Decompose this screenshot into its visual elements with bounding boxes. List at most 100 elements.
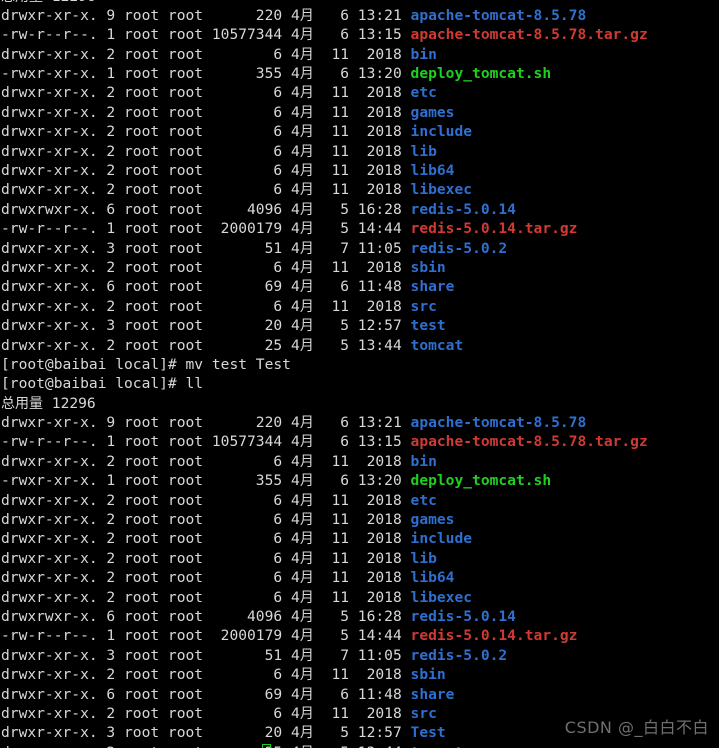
file-name[interactable]: share [411, 686, 455, 703]
month-label: 4月 [290, 46, 314, 63]
month-label: 4月 [290, 7, 314, 24]
file-name[interactable]: apache-tomcat-8.5.78 [411, 7, 587, 24]
file-date: 11 2018 [313, 103, 411, 121]
file-name[interactable]: games [411, 511, 455, 528]
month-label: 4月 [290, 240, 314, 257]
file-meta: drwxr-xr-x. 3 root root 51 [1, 646, 291, 664]
listing-row: drwxr-xr-x. 2 root root 6 4月 11 2018 etc [1, 83, 719, 102]
file-name[interactable]: sbin [411, 259, 446, 276]
file-name[interactable]: tomcat [411, 744, 464, 748]
file-date: 11 2018 [313, 549, 411, 567]
total-line: 总用量 12296 [1, 394, 719, 413]
file-name[interactable]: redis-5.0.14.tar.gz [411, 220, 578, 237]
file-name[interactable]: include [411, 530, 473, 547]
listing-row: drwxr-xr-x. 2 root root 6 4月 11 2018 lib [1, 142, 719, 161]
file-meta: drwxr-xr-x. 3 root root 20 [1, 724, 291, 742]
listing-row: drwxr-xr-x. 2 root root 6 4月 11 2018 bin [1, 45, 719, 64]
file-name[interactable]: src [411, 298, 437, 315]
month-label: 4月 [290, 318, 314, 335]
file-name[interactable]: games [411, 104, 455, 121]
file-name[interactable]: redis-5.0.14.tar.gz [411, 627, 578, 644]
listing-row: drwxr-xr-x. 2 root root 6 4月 11 2018 src [1, 704, 719, 723]
file-meta: drwxr-xr-x. 6 root root 69 [1, 685, 291, 703]
file-meta: drwxrwxr-x. 6 root root 4096 [1, 608, 291, 625]
listing-row: drwxrwxr-x. 6 root root 4096 4月 5 16:28 … [1, 200, 719, 219]
listing-row: drwxr-xr-x. 2 root root 6 4月 11 2018 etc [1, 491, 719, 510]
file-date: 6 13:15 [313, 433, 411, 451]
listing-row: drwxr-xr-x. 2 root root 6 4月 11 2018 sbi… [1, 258, 719, 277]
file-name[interactable]: redis-5.0.14 [411, 608, 516, 625]
file-name[interactable]: bin [411, 453, 437, 470]
month-label: 4月 [290, 298, 314, 315]
listing-row: drwxr-xr-x. 2 root root 25 4月 5 13:44 to… [1, 336, 719, 355]
month-label: 4月 [290, 182, 314, 199]
file-meta: drwxr-xr-x. 2 root root 6 [1, 666, 291, 684]
listing-row: drwxr-xr-x. 2 root root 6 4月 11 2018 inc… [1, 122, 719, 141]
listing-row: -rw-r--r--. 1 root root 2000179 4月 5 14:… [1, 219, 719, 238]
file-date: 5 12:57 [313, 724, 411, 742]
file-meta: drwxr-xr-x. 2 root root 6 [1, 45, 291, 63]
command-line: [root@baibai local]# mv test Test [1, 355, 719, 374]
file-name[interactable]: tomcat [411, 337, 464, 354]
shell-command[interactable]: mv test Test [186, 356, 291, 373]
file-date: 5 13:44 [313, 336, 411, 354]
month-label: 4月 [290, 667, 314, 684]
file-date: 7 11:05 [313, 239, 411, 257]
file-meta: -rwxr-xr-x. 1 root root 355 [1, 65, 291, 83]
file-name[interactable]: lib [411, 550, 437, 567]
file-name[interactable]: share [411, 278, 455, 295]
month-label: 4月 [290, 279, 314, 296]
file-name[interactable]: sbin [411, 666, 446, 683]
month-label: 4月 [290, 104, 314, 121]
file-meta: -rwxr-xr-x. 1 root root 355 [1, 472, 291, 490]
file-name[interactable]: libexec [411, 181, 473, 198]
file-name[interactable]: etc [411, 492, 437, 509]
file-name[interactable]: include [411, 123, 473, 140]
file-date: 6 13:21 [313, 414, 411, 432]
listing-row: drwxr-xr-x. 2 root root 25 4月 5 13:44 to… [1, 743, 719, 748]
shell-command[interactable]: ll [186, 375, 204, 392]
file-name[interactable]: redis-5.0.14 [411, 201, 516, 218]
file-date: 11 2018 [313, 511, 411, 529]
file-name[interactable]: Test [411, 724, 446, 741]
file-name[interactable]: lib64 [411, 162, 455, 179]
file-name[interactable]: apache-tomcat-8.5.78 [411, 414, 587, 431]
listing-row: drwxr-xr-x. 2 root root 6 4月 11 2018 lib [1, 549, 719, 568]
file-name[interactable]: apache-tomcat-8.5.78.tar.gz [411, 433, 648, 450]
listing-row: drwxr-xr-x. 9 root root 220 4月 6 13:21 a… [1, 413, 719, 432]
file-date: 11 2018 [313, 666, 411, 684]
month-label: 4月 [290, 512, 314, 529]
terminal-screen[interactable]: 总用量 12296drwxr-xr-x. 9 root root 220 4月 … [0, 0, 719, 748]
file-date: 6 13:15 [313, 26, 411, 44]
month-label: 4月 [290, 85, 314, 102]
file-name[interactable]: apache-tomcat-8.5.78.tar.gz [411, 26, 648, 43]
file-name[interactable]: deploy_tomcat.sh [411, 472, 552, 489]
file-name[interactable]: etc [411, 84, 437, 101]
file-date: 11 2018 [313, 704, 411, 722]
file-name[interactable]: redis-5.0.2 [411, 240, 508, 257]
listing-row: drwxr-xr-x. 6 root root 69 4月 6 11:48 sh… [1, 685, 719, 704]
file-name[interactable]: lib64 [411, 569, 455, 586]
month-label: 4月 [290, 66, 314, 83]
file-name[interactable]: src [411, 705, 437, 722]
listing-row: -rw-r--r--. 1 root root 10577344 4月 6 13… [1, 25, 719, 44]
file-meta: drwxr-xr-x. 2 root root 6 [1, 142, 291, 160]
file-meta: -rw-r--r--. 1 root root 2000179 [1, 627, 291, 645]
file-name[interactable]: bin [411, 46, 437, 63]
file-name[interactable]: lib [411, 143, 437, 160]
month-label: 4月 [290, 492, 314, 509]
file-date: 7 11:05 [313, 646, 411, 664]
file-meta: drwxr-xr-x. 2 root root 25 [1, 336, 291, 354]
file-name[interactable]: deploy_tomcat.sh [411, 65, 552, 82]
file-date: 5 16:28 [313, 200, 411, 218]
listing-row: -rwxr-xr-x. 1 root root 355 4月 6 13:20 d… [1, 64, 719, 83]
file-date: 11 2018 [313, 530, 411, 548]
file-name[interactable]: test [411, 317, 446, 334]
file-meta: drwxr-xr-x. 2 root root 6 [1, 123, 291, 141]
month-label: 4月 [290, 143, 314, 160]
month-label: 4月 [290, 259, 314, 276]
listing-row: drwxr-xr-x. 2 root root 6 4月 11 2018 gam… [1, 510, 719, 529]
file-name[interactable]: libexec [411, 589, 473, 606]
file-meta: drwxr-xr-x. 2 root root 6 [1, 530, 291, 548]
file-name[interactable]: redis-5.0.2 [411, 647, 508, 664]
